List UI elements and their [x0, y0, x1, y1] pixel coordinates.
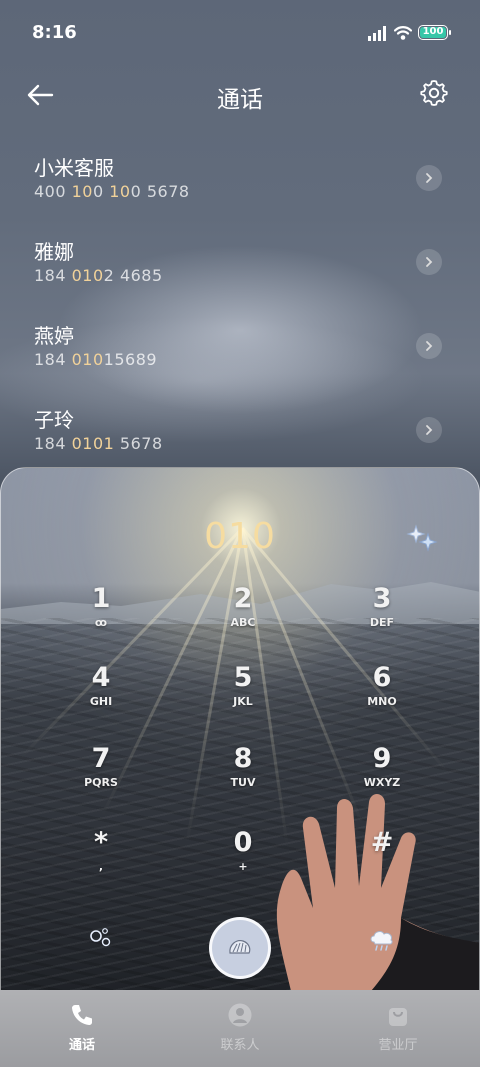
page-header: 通话	[0, 66, 480, 124]
contact-name: 小米客服	[34, 156, 114, 180]
dial-pad: 010 1ꝏ 2 ABC 3 DEF 4 GHI 5 JKL 6 MNO 7 PQRS 8T…	[0, 467, 480, 990]
key-8[interactable]: 8 TUV	[183, 738, 303, 812]
contact-number: 184 01015689	[34, 350, 158, 369]
status-bar: 8:16 100	[0, 0, 480, 66]
contact-item[interactable]: 燕婷 184 01015689	[0, 320, 480, 404]
bag-icon	[389, 1008, 407, 1026]
contact-number: 184 0101 5678	[34, 434, 163, 453]
key-3[interactable]: 3 DEF	[322, 578, 442, 652]
page-title: 通话	[217, 87, 263, 113]
bubbles-icon[interactable]	[87, 923, 115, 951]
nav-item-contacts[interactable]: 联系人	[180, 1002, 300, 1053]
battery-level: 100	[420, 27, 446, 38]
contact-number: 400 100 100 5678	[34, 182, 190, 201]
nav-item-calls[interactable]: 通话	[22, 1002, 142, 1053]
call-button[interactable]	[209, 917, 271, 979]
cloud-icon[interactable]	[367, 923, 397, 953]
contact-number: 184 0102 4685	[34, 266, 163, 285]
phone-icon	[72, 1005, 92, 1025]
key-7[interactable]: 7 PQRS	[41, 738, 161, 812]
bottom-navigation: 通话 联系人 营业厅	[0, 990, 480, 1067]
contact-name: 燕婷	[34, 324, 74, 348]
key-9[interactable]: 9 WXYZ	[322, 738, 442, 812]
wifi-icon	[394, 26, 412, 40]
gear-icon[interactable]	[419, 78, 449, 108]
person-icon	[228, 1003, 252, 1027]
key-0[interactable]: 0 +	[183, 822, 303, 896]
key-4[interactable]: 4 GHI	[41, 657, 161, 731]
signal-icon	[368, 26, 386, 41]
key-star[interactable]: *,	[41, 822, 161, 896]
contact-item[interactable]: 小米客服 400 100 100 5678	[0, 152, 480, 236]
key-2[interactable]: 2 ABC	[183, 578, 303, 652]
chevron-right-icon[interactable]	[416, 417, 442, 443]
shell-icon	[229, 940, 251, 954]
key-6[interactable]: 6 MNO	[322, 657, 442, 731]
contact-item[interactable]: 雅娜 184 0102 4685	[0, 236, 480, 320]
contact-name: 子玲	[34, 408, 74, 432]
chevron-right-icon[interactable]	[416, 165, 442, 191]
key-5[interactable]: 5 JKL	[183, 657, 303, 731]
chevron-right-icon[interactable]	[416, 249, 442, 275]
key-hash[interactable]: #	[322, 822, 442, 896]
contact-name: 雅娜	[34, 240, 74, 264]
chevron-right-icon[interactable]	[416, 333, 442, 359]
battery-icon: 100	[418, 25, 451, 40]
sparkle-icon[interactable]	[405, 520, 439, 554]
status-time: 8:16	[32, 22, 77, 43]
key-1[interactable]: 1ꝏ	[41, 578, 161, 652]
nav-item-service-hall[interactable]: 营业厅	[338, 1002, 458, 1053]
